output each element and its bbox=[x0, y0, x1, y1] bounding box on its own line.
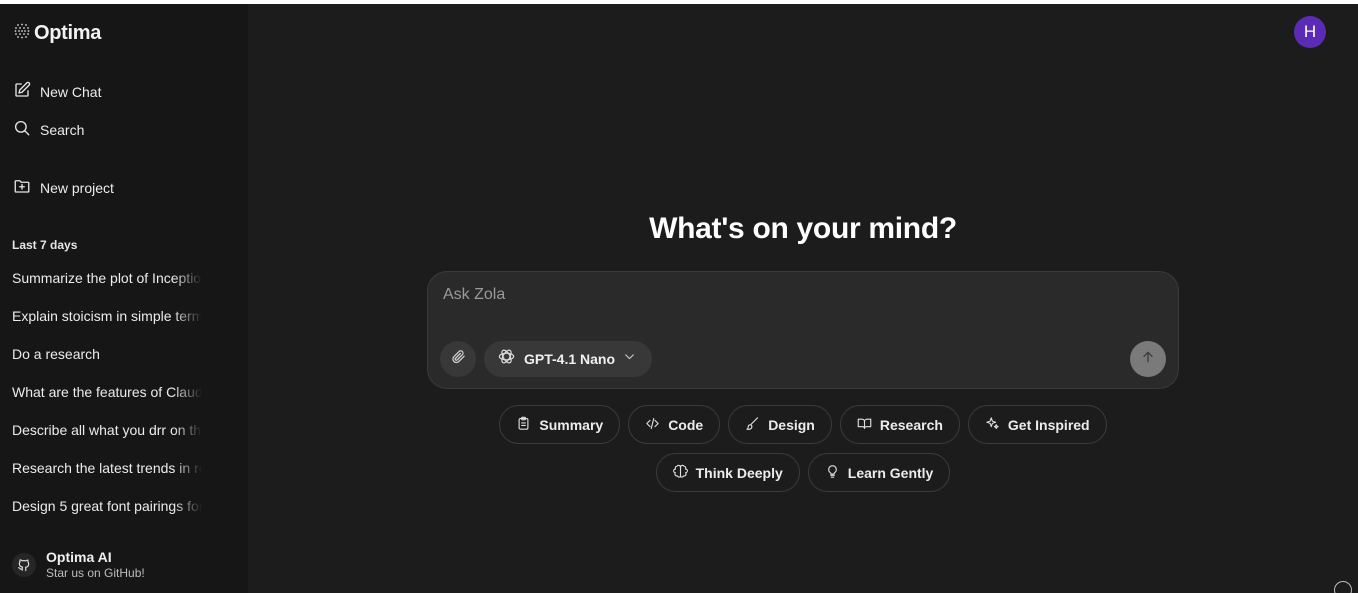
footer-subtitle: Star us on GitHub! bbox=[46, 566, 145, 580]
suggestion-think-deeply[interactable]: Think Deeply bbox=[655, 453, 800, 492]
suggestion-get-inspired[interactable]: Get Inspired bbox=[967, 405, 1107, 444]
new-chat-label: New Chat bbox=[40, 83, 102, 100]
footer-title: Optima AI bbox=[46, 549, 112, 565]
history-item[interactable]: Research the latest trends in re bbox=[12, 456, 202, 494]
prompt-input[interactable] bbox=[443, 286, 1143, 304]
history-section-title: Last 7 days bbox=[12, 238, 78, 252]
suggestion-label: Learn Gently bbox=[847, 464, 934, 481]
brand-name: Optima bbox=[34, 22, 102, 44]
chevron-down-icon bbox=[623, 350, 636, 368]
history-item[interactable]: Do a research bbox=[12, 342, 202, 380]
arrow-up-icon bbox=[1141, 350, 1155, 369]
brush-icon bbox=[745, 416, 760, 434]
search-button[interactable]: Search bbox=[13, 119, 84, 140]
suggestion-label: Design bbox=[768, 416, 815, 433]
openai-icon bbox=[497, 347, 516, 371]
suggestion-research[interactable]: Research bbox=[839, 405, 960, 444]
logo-icon bbox=[13, 22, 31, 45]
sidebar: Optima New Chat Search New project Last … bbox=[0, 4, 248, 593]
page-headline: What's on your mind? bbox=[649, 212, 957, 245]
history-item[interactable]: What are the features of Claude bbox=[12, 380, 202, 418]
suggestion-row-2: Think Deeply Learn Gently bbox=[248, 453, 1358, 492]
new-project-button[interactable]: New project bbox=[13, 177, 114, 198]
history-item[interactable]: Design 5 great font pairings for bbox=[12, 494, 202, 532]
chat-history-list: Summarize the plot of Inception Explain … bbox=[12, 266, 202, 532]
suggestion-summary[interactable]: Summary bbox=[499, 405, 621, 444]
suggestion-label: Summary bbox=[539, 416, 604, 433]
brand[interactable]: Optima bbox=[13, 22, 101, 45]
user-avatar[interactable]: H bbox=[1294, 16, 1326, 48]
github-link[interactable]: Optima AI Star us on GitHub! bbox=[12, 549, 145, 581]
suggestion-design[interactable]: Design bbox=[728, 405, 832, 444]
footer-text: Optima AI Star us on GitHub! bbox=[46, 549, 145, 581]
suggestion-label: Think Deeply bbox=[695, 464, 783, 481]
main-area: H What's on your mind? Ask Zola GPT-4.1 … bbox=[248, 4, 1358, 593]
suggestion-label: Code bbox=[668, 416, 704, 433]
code-icon bbox=[645, 416, 660, 434]
model-selector[interactable]: GPT-4.1 Nano bbox=[484, 341, 653, 377]
send-button[interactable] bbox=[1130, 341, 1166, 377]
folder-plus-icon bbox=[13, 177, 31, 198]
clipboard-icon bbox=[516, 416, 531, 434]
attach-button[interactable] bbox=[440, 341, 476, 377]
brain-icon bbox=[672, 464, 688, 482]
history-item[interactable]: Explain stoicism in simple terms bbox=[12, 304, 202, 342]
suggestion-code[interactable]: Code bbox=[628, 405, 721, 444]
paperclip-icon bbox=[451, 349, 466, 369]
edit-icon bbox=[13, 81, 31, 102]
github-icon bbox=[12, 553, 36, 577]
suggestion-row-1: Summary Code Design Research Get Inspire… bbox=[248, 405, 1358, 444]
suggestion-label: Get Inspired bbox=[1007, 416, 1090, 433]
suggestion-label: Research bbox=[879, 416, 943, 433]
search-icon bbox=[13, 119, 31, 140]
suggestion-learn-gently[interactable]: Learn Gently bbox=[807, 453, 951, 492]
history-item[interactable]: Describe all what you drr on the bbox=[12, 418, 202, 456]
app-window: Optima New Chat Search New project Last … bbox=[0, 4, 1358, 593]
sparkles-icon bbox=[985, 416, 1000, 434]
help-button[interactable] bbox=[1334, 581, 1352, 593]
search-label: Search bbox=[40, 121, 85, 138]
new-chat-button[interactable]: New Chat bbox=[13, 81, 101, 102]
history-item[interactable]: Summarize the plot of Inception bbox=[12, 266, 202, 304]
lightbulb-icon bbox=[825, 464, 840, 482]
chat-composer: GPT-4.1 Nano bbox=[427, 271, 1179, 389]
new-project-label: New project bbox=[40, 179, 114, 196]
book-icon bbox=[857, 416, 872, 434]
model-label: GPT-4.1 Nano bbox=[524, 351, 616, 367]
